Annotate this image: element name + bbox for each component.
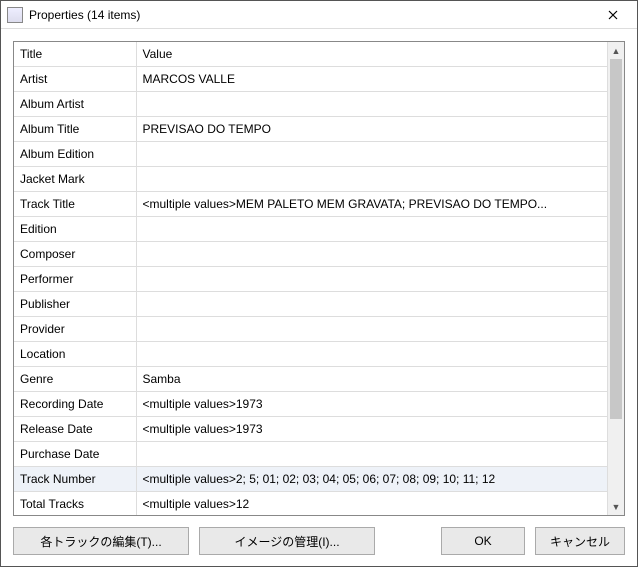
property-value[interactable] [136,317,607,342]
property-key: Artist [14,67,136,92]
table-row[interactable]: Release Date<multiple values>1973 [14,417,607,442]
window-title: Properties (14 items) [29,8,591,22]
property-value[interactable]: <multiple values>MEM PALETO MEM GRAVATA;… [136,192,607,217]
property-key: Track Number [14,467,136,492]
table-row[interactable]: Composer [14,242,607,267]
property-value[interactable] [136,292,607,317]
property-key: Album Edition [14,142,136,167]
table-row[interactable]: Album TitlePREVISAO DO TEMPO [14,117,607,142]
column-header-value: Value [136,42,607,67]
property-value[interactable] [136,167,607,192]
property-value[interactable] [136,442,607,467]
property-key: Purchase Date [14,442,136,467]
manage-images-button[interactable]: イメージの管理(I)... [199,527,375,555]
table-row[interactable]: Recording Date<multiple values>1973 [14,392,607,417]
property-value[interactable] [136,267,607,292]
property-key: Release Date [14,417,136,442]
property-key: Track Title [14,192,136,217]
property-key: Edition [14,217,136,242]
property-value[interactable]: <multiple values>1973 [136,417,607,442]
scrollbar-thumb[interactable] [610,59,622,419]
property-key: Provider [14,317,136,342]
property-key: Album Title [14,117,136,142]
property-key: Jacket Mark [14,167,136,192]
edit-tracks-button[interactable]: 各トラックの編集(T)... [13,527,189,555]
table-row[interactable]: Album Edition [14,142,607,167]
property-key: Location [14,342,136,367]
table-row[interactable]: Jacket Mark [14,167,607,192]
table-row[interactable]: Publisher [14,292,607,317]
property-key: Genre [14,367,136,392]
property-value[interactable] [136,142,607,167]
button-bar: 各トラックの編集(T)... イメージの管理(I)... OK キャンセル [1,516,637,566]
ok-button[interactable]: OK [441,527,525,555]
table-row[interactable]: Provider [14,317,607,342]
property-value[interactable] [136,92,607,117]
table-row[interactable]: Location [14,342,607,367]
table-row[interactable]: Purchase Date [14,442,607,467]
property-key: Recording Date [14,392,136,417]
properties-grid: TitleValueArtistMARCOS VALLEAlbum Artist… [13,41,625,516]
content-area: TitleValueArtistMARCOS VALLEAlbum Artist… [1,29,637,516]
property-value[interactable] [136,342,607,367]
property-key: Album Artist [14,92,136,117]
table-header-row: TitleValue [14,42,607,67]
property-key: Composer [14,242,136,267]
app-icon [7,7,23,23]
properties-window: Properties (14 items) TitleValueArtistMA… [0,0,638,567]
table-row[interactable]: Track Title<multiple values>MEM PALETO M… [14,192,607,217]
column-header-title: Title [14,42,136,67]
table-row[interactable]: ArtistMARCOS VALLE [14,67,607,92]
scroll-down-arrow-icon[interactable]: ▼ [608,498,624,515]
titlebar: Properties (14 items) [1,1,637,29]
property-value[interactable] [136,217,607,242]
property-value[interactable] [136,242,607,267]
vertical-scrollbar[interactable]: ▲ ▼ [607,42,624,515]
table-row[interactable]: Edition [14,217,607,242]
table-row[interactable]: Performer [14,267,607,292]
cancel-button[interactable]: キャンセル [535,527,625,555]
property-value[interactable]: <multiple values>12 [136,492,607,516]
table-row[interactable]: Album Artist [14,92,607,117]
table-row[interactable]: Track Number<multiple values>2; 5; 01; 0… [14,467,607,492]
table-row[interactable]: GenreSamba [14,367,607,392]
close-icon [608,10,618,20]
property-value[interactable]: <multiple values>1973 [136,392,607,417]
close-button[interactable] [591,2,635,28]
scroll-up-arrow-icon[interactable]: ▲ [608,42,624,59]
properties-table: TitleValueArtistMARCOS VALLEAlbum Artist… [14,42,607,515]
property-value[interactable]: <multiple values>2; 5; 01; 02; 03; 04; 0… [136,467,607,492]
table-row[interactable]: Total Tracks<multiple values>12 [14,492,607,516]
grid-scroll: TitleValueArtistMARCOS VALLEAlbum Artist… [14,42,607,515]
property-key: Total Tracks [14,492,136,516]
property-value[interactable]: Samba [136,367,607,392]
property-key: Performer [14,267,136,292]
property-value[interactable]: MARCOS VALLE [136,67,607,92]
property-key: Publisher [14,292,136,317]
property-value[interactable]: PREVISAO DO TEMPO [136,117,607,142]
